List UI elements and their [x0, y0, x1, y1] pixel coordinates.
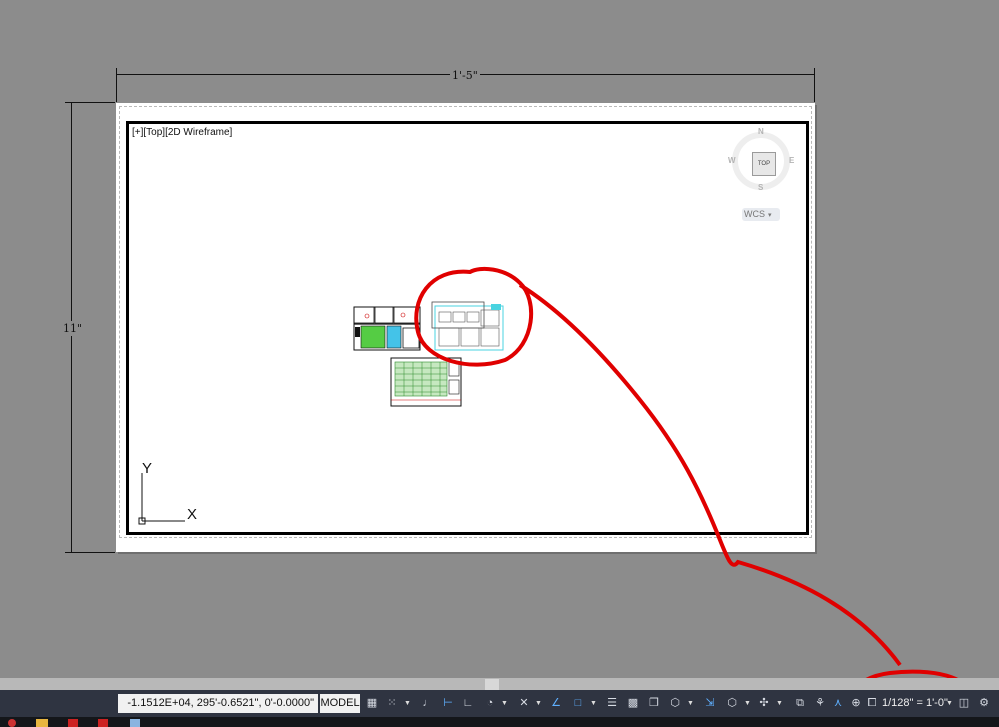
snap-dropdown-icon[interactable]: ▼: [403, 694, 412, 713]
status-bar: -1.1512E+04, 295'-0.6521", 0'-0.0000" MO…: [0, 690, 999, 717]
annotation-scale[interactable]: 1/128" = 1'-0": [882, 694, 948, 713]
isodraft-dropdown-icon[interactable]: ▼: [534, 694, 543, 713]
scroll-divider: [0, 678, 999, 690]
object-snap-dropdown-icon[interactable]: ▼: [589, 694, 598, 713]
cursor-coordinates[interactable]: -1.1512E+04, 295'-0.6521", 0'-0.0000": [118, 694, 318, 713]
os-taskbar: [0, 717, 999, 727]
taskbar-autocad-icon-2[interactable]: [98, 719, 108, 727]
annotation-monitor-icon[interactable]: ⧉: [792, 694, 808, 713]
dynamic-ucs-icon[interactable]: ⇲: [702, 694, 718, 713]
infer-constraints-icon[interactable]: ♩: [420, 694, 436, 713]
grid-icon[interactable]: ▦: [364, 694, 380, 713]
taskbar-folder-icon[interactable]: [36, 719, 48, 727]
selection-filter-dropdown-icon[interactable]: ▼: [743, 694, 752, 713]
settings-gear-icon[interactable]: ⚙: [976, 694, 992, 713]
3d-osnap-dropdown-icon[interactable]: ▼: [686, 694, 695, 713]
ortho-icon[interactable]: ∟: [460, 694, 476, 713]
red-markup-annotation: [414, 266, 971, 725]
gizmo-dropdown-icon[interactable]: ▼: [775, 694, 784, 713]
taskbar-app-icon[interactable]: [8, 719, 16, 727]
workspace-icon[interactable]: ◫: [956, 694, 972, 713]
gizmo-icon[interactable]: ✣: [756, 694, 772, 713]
annotation-visibility-icon[interactable]: ⚘: [812, 694, 828, 713]
selection-filter-icon[interactable]: ⬡: [724, 694, 740, 713]
maximize-viewport-icon[interactable]: ⧠: [864, 694, 880, 713]
auto-scale-icon[interactable]: ⋏: [830, 694, 846, 713]
selection-cycling-icon[interactable]: ❐: [646, 694, 662, 713]
polar-dropdown-icon[interactable]: ▼: [500, 694, 509, 713]
snap-icon[interactable]: ⁙: [384, 694, 400, 713]
transparency-icon[interactable]: ▩: [625, 694, 641, 713]
taskbar-autocad-icon[interactable]: [68, 719, 78, 727]
viewport-lock-icon[interactable]: ⊕: [848, 694, 864, 713]
object-snap-icon[interactable]: □: [570, 694, 586, 713]
polar-tracking-icon[interactable]: ◔: [482, 694, 498, 713]
object-snap-tracking-icon[interactable]: ∠: [548, 694, 564, 713]
3d-osnap-icon[interactable]: ⬡: [667, 694, 683, 713]
layout-tab-handle[interactable]: [485, 679, 499, 690]
taskbar-notepad-icon[interactable]: [130, 719, 140, 727]
isodraft-icon[interactable]: ✕: [516, 694, 532, 713]
model-space-toggle[interactable]: MODEL: [320, 694, 360, 713]
annotation-scale-dropdown-icon[interactable]: ▼: [945, 694, 954, 713]
lineweight-icon[interactable]: ☰: [604, 694, 620, 713]
dynamic-input-icon[interactable]: ⊢: [440, 694, 456, 713]
drawing-canvas[interactable]: 1'-5" 11" [+][Top][2D Wireframe] N S W E…: [0, 0, 999, 725]
